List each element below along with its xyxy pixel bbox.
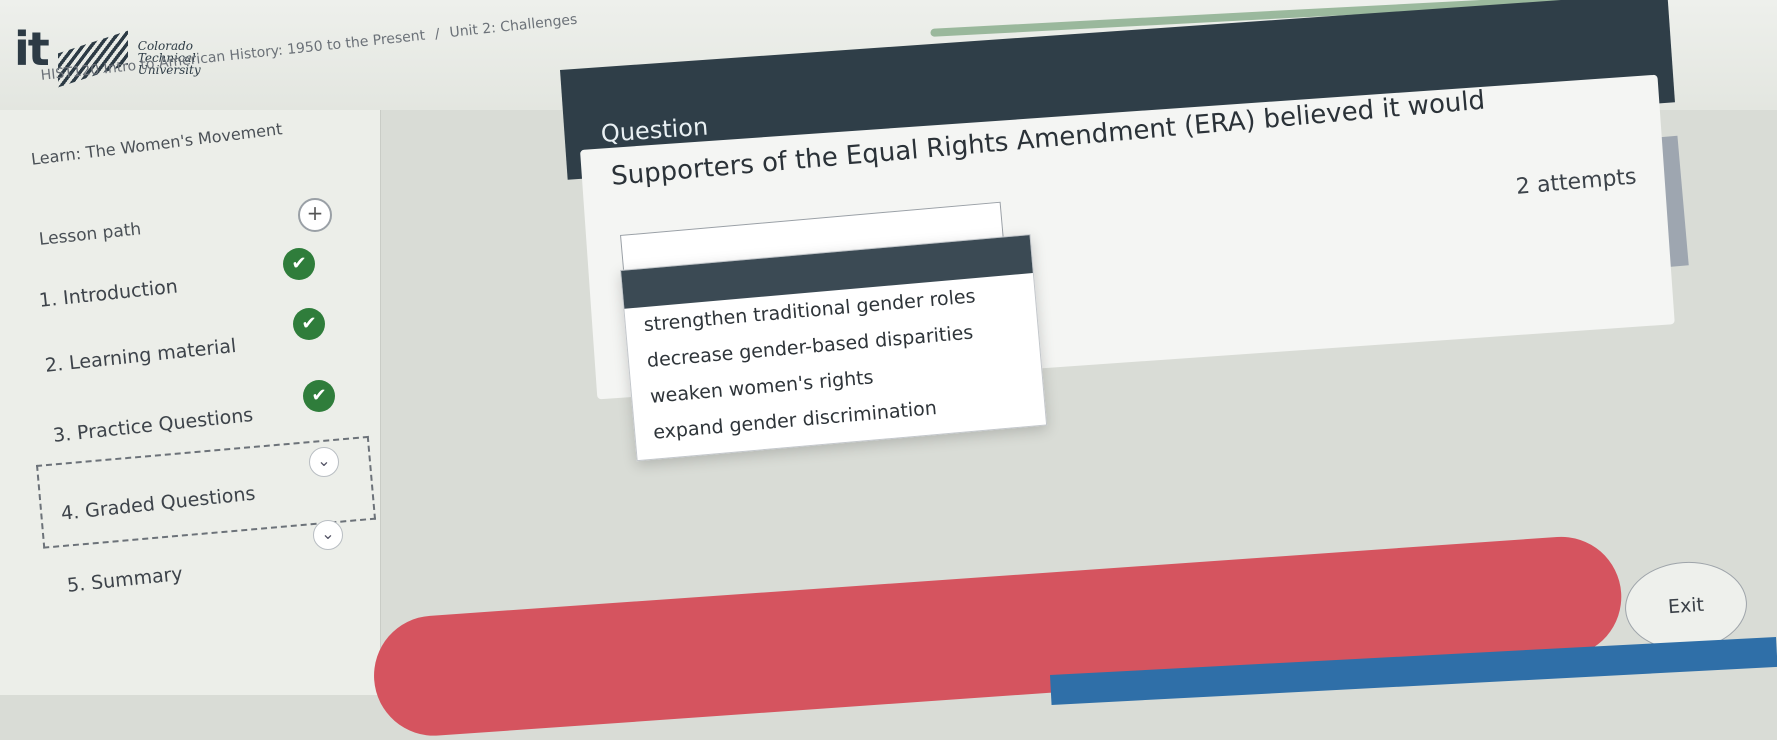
sidebar-item-summary[interactable]: 5. Summary	[66, 563, 184, 597]
lesson-path-heading: Lesson path	[38, 219, 143, 250]
add-button[interactable]: +	[298, 198, 332, 232]
lesson-title: Learn: The Women's Movement	[30, 119, 284, 169]
breadcrumb-separator: /	[434, 26, 441, 43]
sidebar-item-practice-questions[interactable]: 3. Practice Questions	[52, 404, 254, 447]
answer-button[interactable]	[370, 532, 1626, 740]
check-icon: ✔	[293, 308, 325, 340]
chevron-down-icon[interactable]: ⌄	[309, 447, 339, 477]
breadcrumb-unit[interactable]: Unit 2: Challenges	[449, 12, 578, 41]
chevron-down-icon[interactable]: ⌄	[313, 520, 343, 550]
lesson-sidebar: Learn: The Women's Movement + Lesson pat…	[0, 110, 381, 695]
sidebar-item-learning-material[interactable]: 2. Learning material	[44, 335, 237, 377]
sidebar-item-introduction[interactable]: 1. Introduction	[38, 275, 179, 311]
check-icon: ✔	[283, 248, 315, 280]
check-icon: ✔	[303, 380, 335, 412]
answer-dropdown: strengthen traditional gender roles decr…	[620, 234, 1048, 462]
